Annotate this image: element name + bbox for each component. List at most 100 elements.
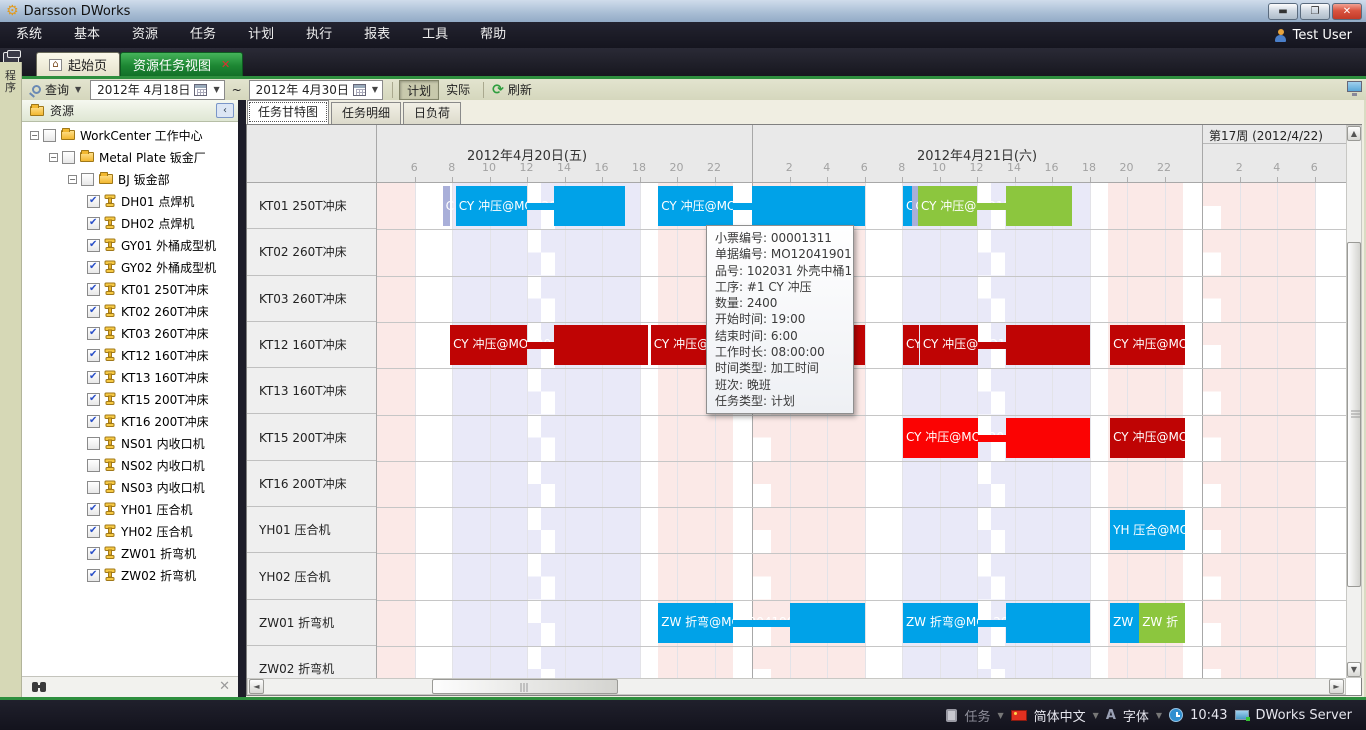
tree-item-ZW02[interactable]: ZW02 折弯机 xyxy=(22,564,238,586)
task-bar[interactable] xyxy=(1006,603,1090,643)
task-bar[interactable] xyxy=(554,186,624,226)
tree-item-KT03[interactable]: KT03 260T冲床 xyxy=(22,322,238,344)
tree-checkbox[interactable] xyxy=(87,305,100,318)
calendar-icon[interactable] xyxy=(194,84,207,96)
horizontal-scrollbar[interactable]: ◄► xyxy=(247,678,1346,695)
tree-checkbox[interactable] xyxy=(87,569,100,582)
close-button[interactable]: ✕ xyxy=(1332,3,1362,20)
tree-checkbox[interactable] xyxy=(87,239,100,252)
tree-checkbox[interactable] xyxy=(87,503,100,516)
tree-checkbox[interactable] xyxy=(87,481,100,494)
tree-checkbox[interactable] xyxy=(43,129,56,142)
tree-item-KT13[interactable]: KT13 160T冲床 xyxy=(22,366,238,388)
menu-item-8[interactable]: 帮助 xyxy=(464,22,522,48)
scroll-thumb[interactable] xyxy=(1347,242,1361,587)
panel-splitter[interactable] xyxy=(238,100,246,698)
font-dropdown-icon[interactable]: ▼ xyxy=(1156,711,1162,720)
tree-item-KT12[interactable]: KT12 160T冲床 xyxy=(22,344,238,366)
tree-checkbox[interactable] xyxy=(87,415,100,428)
tree-item-BJ[interactable]: −BJ 钣金部 xyxy=(22,168,238,190)
task-bar[interactable]: CY 冲压@MO12041901 xyxy=(456,186,527,226)
tree-item-GY02[interactable]: GY02 外桶成型机 xyxy=(22,256,238,278)
calendar-icon[interactable] xyxy=(353,84,366,96)
expander-icon[interactable]: − xyxy=(49,153,58,162)
clear-icon[interactable]: ✕ xyxy=(219,679,230,694)
tree-item-KT01[interactable]: KT01 250T冲床 xyxy=(22,278,238,300)
scroll-down-arrow[interactable]: ▼ xyxy=(1347,662,1361,677)
task-bar[interactable]: CY 冲压@MO1 xyxy=(1110,418,1185,458)
tree-checkbox[interactable] xyxy=(87,393,100,406)
close-tab-icon[interactable]: ✕ xyxy=(221,58,230,71)
status-font[interactable]: 字体 xyxy=(1123,706,1149,725)
task-bar[interactable] xyxy=(1006,186,1072,226)
task-dropdown-icon[interactable]: ▼ xyxy=(998,711,1004,720)
menu-item-1[interactable]: 基本 xyxy=(58,22,116,48)
tree-checkbox[interactable] xyxy=(87,195,100,208)
date-to-field[interactable]: 2012年 4月30日 ▼ xyxy=(249,80,383,100)
status-task[interactable]: 任务 xyxy=(964,706,990,725)
tree-checkbox[interactable] xyxy=(87,327,100,340)
task-bar[interactable] xyxy=(790,603,865,643)
tree-item-DH02[interactable]: DH02 点焊机 xyxy=(22,212,238,234)
menu-item-6[interactable]: 报表 xyxy=(348,22,406,48)
tree-item-NS01[interactable]: NS01 内收口机 xyxy=(22,432,238,454)
side-strip-label[interactable]: 程序 xyxy=(0,70,21,94)
collapse-panel-button[interactable]: ‹ xyxy=(216,103,234,118)
tree-checkbox[interactable] xyxy=(81,173,94,186)
query-button[interactable]: 查询 xyxy=(45,81,69,98)
language-dropdown-icon[interactable]: ▼ xyxy=(1093,711,1099,720)
tab-resource-task-view[interactable]: 资源任务视图 ✕ xyxy=(120,52,243,76)
tree-checkbox[interactable] xyxy=(87,349,100,362)
tree-item-KT16[interactable]: KT16 200T冲床 xyxy=(22,410,238,432)
refresh-button[interactable]: 刷新 xyxy=(508,81,532,98)
tree-checkbox[interactable] xyxy=(87,371,100,384)
tree-item-NS02[interactable]: NS02 内收口机 xyxy=(22,454,238,476)
task-bar[interactable]: ZW xyxy=(1110,603,1139,643)
user-account[interactable]: Test User xyxy=(1274,22,1352,48)
tree-item-GY01[interactable]: GY01 外桶成型机 xyxy=(22,234,238,256)
menu-item-5[interactable]: 执行 xyxy=(290,22,348,48)
date-from-dropdown-icon[interactable]: ▼ xyxy=(213,85,219,94)
task-bar[interactable]: YH 压合@MO1 xyxy=(1110,510,1185,550)
restore-button[interactable]: ❐ xyxy=(1300,3,1330,20)
task-bar[interactable]: CY 冲压@MO12041904 xyxy=(920,325,978,365)
task-bar[interactable]: CY 冲压@MO12041901 xyxy=(658,186,733,226)
view-tab-1[interactable]: 任务明细 xyxy=(331,102,401,124)
tab-start-page[interactable]: ⌂ 起始页 xyxy=(36,52,120,76)
expander-icon[interactable]: − xyxy=(68,175,77,184)
minimize-button[interactable]: ▬ xyxy=(1268,3,1298,20)
search-binoculars-icon[interactable] xyxy=(32,682,38,692)
task-bar[interactable]: C xyxy=(903,186,912,226)
expander-icon[interactable]: − xyxy=(30,131,39,140)
menu-item-0[interactable]: 系统 xyxy=(0,22,58,48)
task-bar[interactable]: CY 冲压@MO12041903 xyxy=(903,418,978,458)
tree-item-Metal[interactable]: −Metal Plate 钣金厂 xyxy=(22,146,238,168)
task-bar[interactable]: CY 冲压@MO12041904 xyxy=(450,325,527,365)
query-dropdown-icon[interactable]: ▼ xyxy=(75,85,81,94)
menu-item-4[interactable]: 计划 xyxy=(232,22,290,48)
task-bar[interactable] xyxy=(554,325,648,365)
tree-item-WorkCenter[interactable]: −WorkCenter 工作中心 xyxy=(22,124,238,146)
task-bar[interactable]: C xyxy=(443,186,450,226)
actual-button[interactable]: 实际 xyxy=(439,80,477,100)
vertical-scrollbar[interactable]: ▲▼ xyxy=(1346,125,1362,678)
task-bar[interactable] xyxy=(1006,325,1090,365)
tree-item-YH02[interactable]: YH02 压合机 xyxy=(22,520,238,542)
tree-checkbox[interactable] xyxy=(62,151,75,164)
monitor-icon[interactable] xyxy=(1347,81,1362,92)
tree-checkbox[interactable] xyxy=(87,525,100,538)
tree-item-ZW01[interactable]: ZW01 折弯机 xyxy=(22,542,238,564)
scroll-up-arrow[interactable]: ▲ xyxy=(1347,126,1361,141)
task-bar[interactable]: ZW 折 xyxy=(1139,603,1185,643)
tree-item-NS03[interactable]: NS03 内收口机 xyxy=(22,476,238,498)
task-bar[interactable]: CY 冲 xyxy=(903,325,919,365)
menu-item-2[interactable]: 资源 xyxy=(116,22,174,48)
date-from-field[interactable]: 2012年 4月18日 ▼ xyxy=(90,80,224,100)
status-language[interactable]: 简体中文 xyxy=(1034,706,1086,725)
tree-checkbox[interactable] xyxy=(87,283,100,296)
tree-checkbox[interactable] xyxy=(87,437,100,450)
task-bar[interactable] xyxy=(1006,418,1090,458)
view-tab-2[interactable]: 日负荷 xyxy=(403,102,461,124)
tree-item-YH01[interactable]: YH01 压合机 xyxy=(22,498,238,520)
tree-item-DH01[interactable]: DH01 点焊机 xyxy=(22,190,238,212)
